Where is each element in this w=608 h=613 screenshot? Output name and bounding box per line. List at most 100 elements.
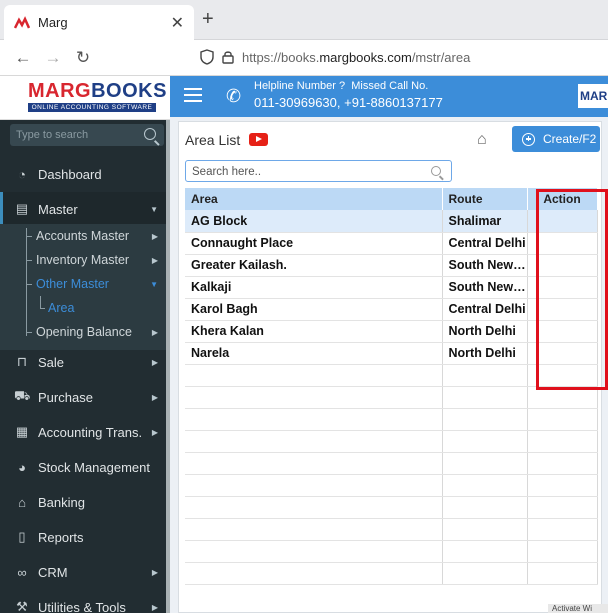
sidebar-item-stock-management[interactable]: ◕ Stock Management: [0, 450, 166, 484]
sidebar-search: [10, 124, 164, 146]
helpline-numbers: 011-30969630, +91-8860137177: [254, 95, 443, 110]
pie-chart-icon: ◕: [18, 459, 26, 475]
sidebar-item-accounting-trans[interactable]: ▦ Accounting Trans. ▶: [0, 415, 166, 449]
caret-right-icon: ▶: [151, 327, 158, 337]
table-row[interactable]: AG Block Shalimar: [185, 210, 598, 233]
table-row[interactable]: Narela North Delhi: [185, 342, 598, 365]
sidebar-item-opening-balance[interactable]: Opening Balance ▶: [0, 320, 166, 344]
logo-text-books: BOOKS: [91, 80, 167, 102]
table-row[interactable]: Connaught Place Central Delhi: [185, 232, 598, 255]
sidebar-item-banking[interactable]: ⌂ Banking: [0, 485, 166, 519]
table-row[interactable]: Greater Kailash. South New …: [185, 254, 598, 277]
empty-cell: [527, 386, 598, 409]
area-table: Area Route Action AG Block Shalimar Connau…: [185, 188, 598, 585]
missed-call-label: Missed Call No.: [351, 80, 429, 92]
sidebar-item-label: Purchase: [38, 389, 93, 405]
sidebar-item-label: Accounts Master: [36, 229, 130, 243]
cell-action[interactable]: [527, 276, 598, 299]
cell-action[interactable]: [527, 210, 598, 233]
youtube-icon[interactable]: [249, 133, 268, 146]
empty-cell: [527, 452, 598, 475]
sidebar-item-other-master[interactable]: Other Master ▼: [0, 272, 166, 296]
grid-search-input[interactable]: [192, 164, 422, 179]
cell-area: Greater Kailash.: [185, 254, 443, 277]
sidebar-item-label: Dashboard: [38, 166, 102, 182]
tab-close-icon[interactable]: ✕: [171, 13, 184, 33]
cell-action[interactable]: [527, 320, 598, 343]
sidebar-item-utilities[interactable]: ⚒ Utilities & Tools ▶: [0, 590, 166, 613]
table-row-empty: [185, 408, 598, 431]
column-header-route[interactable]: Route: [442, 188, 528, 210]
create-button[interactable]: Create/F2: [512, 126, 600, 152]
sidebar-item-area[interactable]: Area: [0, 296, 166, 320]
sidebar-item-crm[interactable]: ∞ CRM ▶: [0, 555, 166, 589]
cell-action[interactable]: [527, 232, 598, 255]
helpline-label: Helpline Number ?: [254, 80, 346, 92]
top-header: ✆ Helpline Number ? Missed Call No. 011-…: [170, 76, 608, 117]
home-icon[interactable]: ⌂: [477, 131, 487, 149]
sidebar-item-purchase[interactable]: ⛟ Purchase ▶: [0, 380, 166, 414]
main-content: Area List ⌂ Create/F2 Area Route Action …: [170, 117, 608, 613]
sidebar-item-sale[interactable]: ⊓ Sale ▶: [0, 345, 166, 379]
table-row-empty: [185, 430, 598, 453]
empty-cell: [185, 452, 443, 475]
area-list-panel: Area List ⌂ Create/F2 Area Route Action …: [178, 121, 608, 613]
browser-tab[interactable]: Marg ✕: [4, 5, 194, 40]
cell-area: Kalkaji: [185, 276, 443, 299]
sidebar-item-accounts-master[interactable]: Accounts Master ▶: [0, 224, 166, 248]
url-field[interactable]: https://books. margbooks.com/mstr/area: [200, 49, 470, 65]
table-row-empty: [185, 474, 598, 497]
margbooks-logo[interactable]: MARGBOOKS ONLINE ACCOUNTING SOFTWARE: [28, 80, 166, 112]
sidebar-item-master[interactable]: ▤ Master ▼: [0, 192, 166, 226]
column-header-action[interactable]: Action: [527, 188, 598, 210]
sidebar-search-input[interactable]: [16, 127, 136, 143]
empty-cell: [442, 452, 528, 475]
sidebar-item-label: Opening Balance: [36, 325, 132, 339]
sidebar-item-reports[interactable]: ▯ Reports: [0, 520, 166, 554]
empty-cell: [442, 430, 528, 453]
empty-cell: [185, 386, 443, 409]
tools-icon: ⚒: [16, 599, 28, 613]
sidebar-item-label: Stock Management: [38, 459, 151, 475]
shield-icon: [200, 49, 214, 65]
cell-area: Khera Kalan: [185, 320, 443, 343]
cell-action[interactable]: [527, 298, 598, 321]
empty-cell: [527, 540, 598, 563]
empty-cell: [442, 496, 528, 519]
sidebar-item-inventory-master[interactable]: Inventory Master ▶: [0, 248, 166, 272]
brand-area: MARGBOOKS ONLINE ACCOUNTING SOFTWARE: [0, 76, 170, 120]
sidebar-item-label: Sale: [38, 354, 65, 370]
search-icon[interactable]: [144, 128, 156, 140]
empty-cell: [527, 408, 598, 431]
empty-cell: [185, 364, 443, 387]
table-row-empty: [185, 364, 598, 387]
sidebar-item-label: Master: [38, 201, 78, 217]
new-tab-icon[interactable]: +: [202, 8, 214, 31]
table-row-empty: [185, 518, 598, 541]
column-header-area[interactable]: Area: [185, 188, 443, 210]
forward-icon[interactable]: →: [38, 48, 68, 68]
empty-cell: [527, 430, 598, 453]
caret-right-icon: ▶: [151, 231, 158, 241]
reload-icon[interactable]: ↻: [68, 48, 98, 68]
back-icon[interactable]: ←: [8, 48, 38, 68]
caret-right-icon: ▶: [151, 427, 158, 437]
table-row[interactable]: Kalkaji South New …: [185, 276, 598, 299]
empty-cell: [185, 430, 443, 453]
bag-icon: ⊓: [16, 354, 28, 369]
search-icon[interactable]: [431, 166, 441, 176]
sidebar-item-dashboard[interactable]: ◔ Dashboard: [0, 157, 166, 191]
cell-action[interactable]: [527, 254, 598, 277]
hamburger-menu-icon[interactable]: [184, 88, 202, 106]
cell-action[interactable]: [527, 342, 598, 365]
lock-icon: [222, 51, 234, 64]
sidebar-item-label: Inventory Master: [36, 253, 130, 267]
empty-cell: [442, 540, 528, 563]
empty-cell: [185, 562, 443, 585]
table-row[interactable]: Khera Kalan North Delhi: [185, 320, 598, 343]
plus-circle-icon: [522, 132, 535, 146]
cell-route: Central Delhi: [442, 298, 528, 321]
sidebar-item-label: Reports: [38, 529, 84, 545]
table-row[interactable]: Karol Bagh Central Delhi: [185, 298, 598, 321]
document-icon: ▯: [18, 529, 26, 544]
